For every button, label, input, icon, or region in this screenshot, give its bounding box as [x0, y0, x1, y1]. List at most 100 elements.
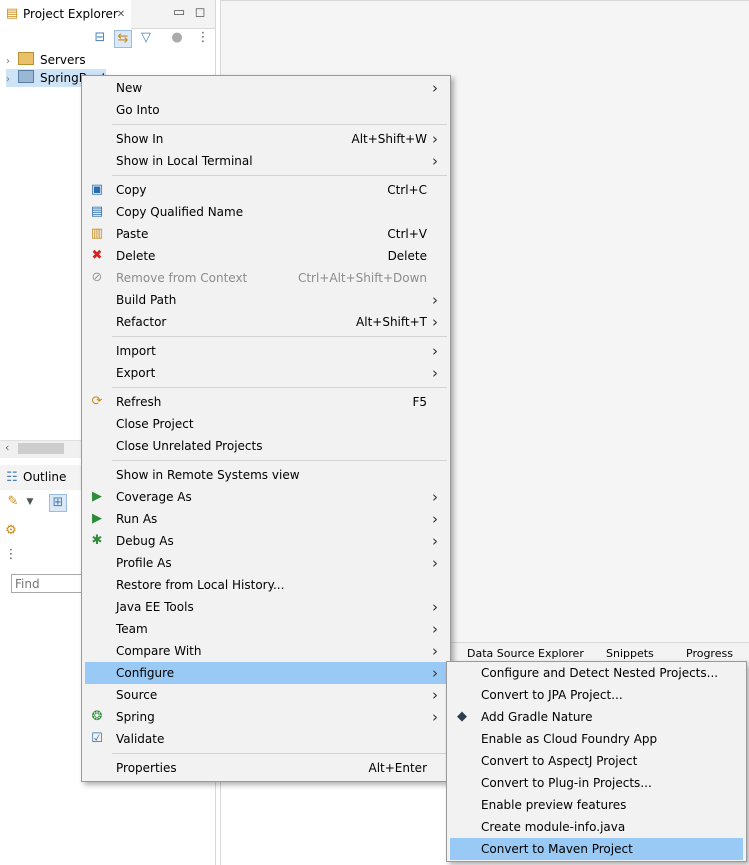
- menu-item-delete[interactable]: ✖ Delete Delete: [85, 245, 447, 267]
- minimize-icon[interactable]: ▭: [171, 5, 187, 21]
- folder-icon: [18, 52, 34, 65]
- menu-item-show-in[interactable]: Show In Alt+Shift+W ›: [85, 128, 447, 150]
- submenu-item-label: Configure and Detect Nested Projects...: [481, 666, 719, 680]
- submenu-item-convert-to-jpa-project[interactable]: Convert to JPA Project...: [450, 684, 743, 706]
- menu-item-label: Copy Qualified Name: [116, 205, 244, 219]
- submenu-item-add-gradle-nature[interactable]: ◆ Add Gradle Nature: [450, 706, 743, 728]
- menu-item-close-unrelated-projects[interactable]: Close Unrelated Projects: [85, 435, 447, 457]
- link-with-editor-icon[interactable]: ⇆: [114, 30, 132, 48]
- outline-icon: ☷: [6, 470, 18, 485]
- tab-project-explorer[interactable]: ▤ Project Explorer ✕: [0, 0, 131, 29]
- scrollbar-thumb[interactable]: [18, 443, 64, 454]
- menu-item-copy[interactable]: ▣ Copy Ctrl+C: [85, 179, 447, 201]
- scroll-left-arrow-icon[interactable]: ‹: [5, 441, 9, 454]
- maximize-icon[interactable]: ◻: [192, 5, 208, 21]
- menu-item-restore-from-local-history[interactable]: Restore from Local History...: [85, 574, 447, 596]
- collapse-all-icon[interactable]: ⊟: [92, 30, 108, 46]
- menu-item-spring[interactable]: ❂ Spring ›: [85, 706, 447, 728]
- tab-snippets[interactable]: Snippets: [606, 647, 654, 660]
- menu-item-label: Delete: [116, 249, 156, 263]
- menu-item-close-project[interactable]: Close Project: [85, 413, 447, 435]
- submenu-item-convert-to-maven-project[interactable]: Convert to Maven Project: [450, 838, 743, 860]
- configure-submenu: Configure and Detect Nested Projects... C…: [446, 661, 747, 862]
- group-icon[interactable]: ●: [169, 30, 185, 46]
- tree-item-label: Servers: [40, 53, 86, 67]
- menu-item-new[interactable]: New ›: [85, 77, 447, 99]
- view-toolbar: ▭ ◻: [131, 0, 215, 29]
- menu-item-label: Show in Remote Systems view: [116, 468, 300, 482]
- menu-item-shortcut: Delete: [387, 249, 427, 263]
- menu-item-refresh[interactable]: ⟳ Refresh F5: [85, 391, 447, 413]
- menu-item-show-in-local-terminal[interactable]: Show in Local Terminal ›: [85, 150, 447, 172]
- menu-item-label: Refactor: [116, 315, 167, 329]
- menu-item-label: Import: [116, 344, 156, 358]
- dropdown-arrow-icon[interactable]: ▼: [22, 494, 38, 510]
- menu-item-label: Properties: [116, 761, 177, 775]
- coverage-icon: ▶: [92, 489, 102, 504]
- submenu-item-convert-to-plug-in-projects[interactable]: Convert to Plug-in Projects...: [450, 772, 743, 794]
- menu-item-team[interactable]: Team ›: [85, 618, 447, 640]
- view-menu-icon[interactable]: ⋮: [195, 30, 211, 46]
- menu-item-label: Java EE Tools: [116, 600, 194, 614]
- submenu-item-enable-preview-features[interactable]: Enable preview features: [450, 794, 743, 816]
- menu-item-validate[interactable]: ☑ Validate: [85, 728, 447, 750]
- menu-item-shortcut: Ctrl+V: [387, 227, 427, 241]
- remove-context-icon: ⊘: [91, 270, 103, 285]
- tree-item-servers[interactable]: › Servers: [6, 51, 86, 69]
- submenu-item-create-module-info-java[interactable]: Create module-info.java: [450, 816, 743, 838]
- submenu-item-label: Convert to Maven Project: [481, 842, 633, 856]
- menu-item-build-path[interactable]: Build Path ›: [85, 289, 447, 311]
- menu-item-compare-with[interactable]: Compare With ›: [85, 640, 447, 662]
- menu-item-go-into[interactable]: Go Into: [85, 99, 447, 121]
- spring-icon: ❂: [91, 709, 103, 724]
- project-icon: [18, 70, 34, 83]
- menu-item-configure[interactable]: Configure ›: [85, 662, 447, 684]
- chevron-right-icon: ›: [432, 79, 438, 97]
- chevron-right-icon: ›: [432, 488, 438, 506]
- menu-item-label: New: [116, 81, 143, 95]
- submenu-item-enable-as-cloud-foundry-app[interactable]: Enable as Cloud Foundry App: [450, 728, 743, 750]
- menu-item-coverage-as[interactable]: ▶ Coverage As ›: [85, 486, 447, 508]
- menu-item-debug-as[interactable]: ✱ Debug As ›: [85, 530, 447, 552]
- menu-item-source[interactable]: Source ›: [85, 684, 447, 706]
- menu-item-import[interactable]: Import ›: [85, 340, 447, 362]
- menu-item-export[interactable]: Export ›: [85, 362, 447, 384]
- gradle-icon: ◆: [457, 709, 467, 724]
- menu-item-shortcut: Ctrl+C: [387, 183, 427, 197]
- view-menu-icon[interactable]: ⋮: [3, 547, 19, 563]
- menu-item-shortcut: Ctrl+Alt+Shift+Down: [297, 271, 427, 285]
- menu-item-label: Show in Local Terminal: [116, 154, 253, 168]
- submenu-item-configure-and-detect-nested-projects[interactable]: Configure and Detect Nested Projects...: [450, 662, 743, 684]
- menu-item-label: Close Project: [116, 417, 194, 431]
- menu-item-refactor[interactable]: Refactor Alt+Shift+T ›: [85, 311, 447, 333]
- menu-item-shortcut: Alt+Enter: [368, 761, 427, 775]
- menu-item-show-in-remote-systems-view[interactable]: Show in Remote Systems view: [85, 464, 447, 486]
- submenu-item-convert-to-aspectj-project[interactable]: Convert to AspectJ Project: [450, 750, 743, 772]
- menu-item-java-ee-tools[interactable]: Java EE Tools ›: [85, 596, 447, 618]
- menu-item-properties[interactable]: Properties Alt+Enter: [85, 757, 447, 779]
- find-input[interactable]: [11, 574, 83, 593]
- project-explorer-icon: ▤: [5, 6, 19, 21]
- validate-icon: ☑: [91, 731, 103, 746]
- chevron-right-icon[interactable]: ›: [6, 71, 18, 89]
- package-icon[interactable]: ⚙: [3, 523, 19, 539]
- new-element-icon[interactable]: ✎: [5, 494, 21, 510]
- chevron-right-icon: ›: [432, 152, 438, 170]
- tab-outline-label[interactable]: Outline: [23, 470, 66, 484]
- menu-item-label: Refresh: [116, 395, 162, 409]
- menu-item-label: Close Unrelated Projects: [116, 439, 263, 453]
- menu-item-run-as[interactable]: ▶ Run As ›: [85, 508, 447, 530]
- filter-icon[interactable]: ▽: [138, 30, 154, 46]
- menu-item-paste[interactable]: ▥ Paste Ctrl+V: [85, 223, 447, 245]
- tab-data-source-explorer[interactable]: Data Source Explorer: [467, 647, 584, 660]
- menu-item-label: Export: [116, 366, 156, 380]
- menu-item-label: Paste: [116, 227, 149, 241]
- close-icon[interactable]: ✕: [113, 7, 129, 23]
- menu-item-label: Profile As: [116, 556, 172, 570]
- menu-item-profile-as[interactable]: Profile As ›: [85, 552, 447, 574]
- hierarchy-icon[interactable]: ⊞: [49, 494, 67, 512]
- menu-item-label: Team: [116, 622, 148, 636]
- menu-item-remove-from-context: ⊘ Remove from Context Ctrl+Alt+Shift+Down: [85, 267, 447, 289]
- tab-progress[interactable]: Progress: [686, 647, 733, 660]
- menu-item-copy-qualified-name[interactable]: ▤ Copy Qualified Name: [85, 201, 447, 223]
